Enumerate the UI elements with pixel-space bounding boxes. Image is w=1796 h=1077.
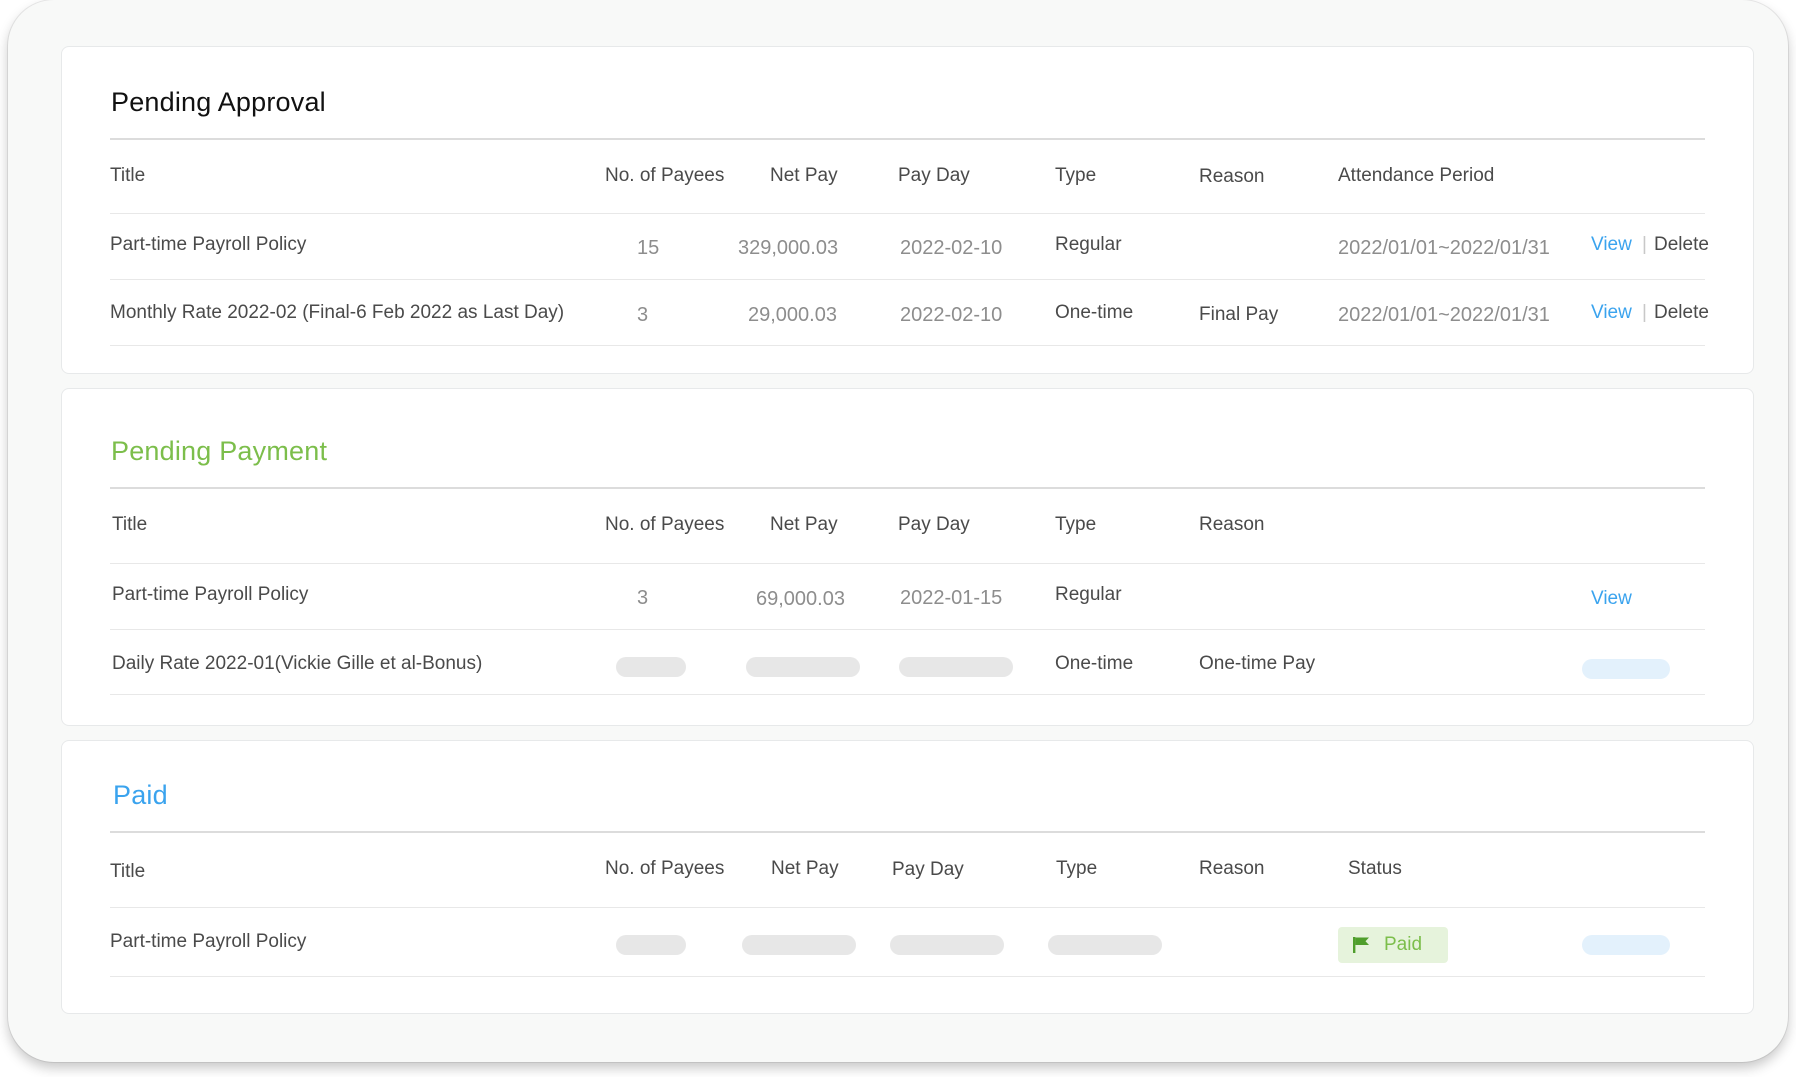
row-type: Regular: [1055, 584, 1122, 605]
paid-card: Paid Title No. of Payees Net Pay Pay Day…: [61, 740, 1754, 1014]
status-badge: Paid: [1338, 927, 1448, 963]
row-title: Part-time Payroll Policy: [110, 234, 307, 255]
divider: [110, 831, 1705, 833]
divider: [110, 907, 1705, 908]
column-header-title: Title: [110, 861, 146, 882]
column-header-payees: No. of Payees: [605, 165, 725, 186]
column-header-net-pay: Net Pay: [770, 514, 838, 535]
row-title: Daily Rate 2022-01(Vickie Gille et al-Bo…: [112, 653, 483, 674]
divider: [110, 976, 1705, 977]
section-title: Paid: [113, 780, 168, 810]
payees-placeholder: [616, 657, 686, 677]
row-attendance-period: 2022/01/01~2022/01/31: [1338, 237, 1550, 259]
net-pay-placeholder: [746, 657, 860, 677]
row-payees: 3: [637, 304, 649, 326]
column-header-payees: No. of Payees: [605, 858, 725, 879]
row-type: One-time: [1055, 302, 1134, 323]
pay-day-placeholder: [890, 935, 1004, 955]
row-reason: One-time Pay: [1199, 653, 1316, 674]
view-link[interactable]: View: [1591, 302, 1632, 324]
status-label: Paid: [1384, 934, 1423, 955]
column-header-net-pay: Net Pay: [770, 165, 838, 186]
separator: |: [1642, 302, 1647, 323]
row-attendance-period: 2022/01/01~2022/01/31: [1338, 304, 1550, 326]
divider: [110, 279, 1705, 280]
column-header-type: Type: [1055, 514, 1097, 535]
divider: [110, 629, 1705, 630]
row-pay-day: 2022-02-10: [900, 304, 1003, 326]
row-type: One-time: [1055, 653, 1134, 674]
type-placeholder: [1048, 935, 1162, 955]
row-pay-day: 2022-02-10: [900, 237, 1003, 259]
column-header-net-pay: Net Pay: [771, 858, 839, 879]
column-header-pay-day: Pay Day: [898, 165, 970, 186]
divider: [110, 694, 1705, 695]
delete-link[interactable]: Delete: [1654, 234, 1709, 256]
column-header-pay-day: Pay Day: [892, 859, 964, 880]
section-title: Pending Payment: [111, 436, 328, 466]
divider: [110, 563, 1705, 564]
row-title: Part-time Payroll Policy: [110, 931, 307, 952]
net-pay-placeholder: [742, 935, 856, 955]
pay-day-placeholder: [899, 657, 1013, 677]
column-header-payees: No. of Payees: [605, 514, 725, 535]
row-net-pay: 329,000.03: [738, 237, 839, 259]
pending-approval-card: Pending Approval Title No. of Payees Net…: [61, 46, 1754, 374]
view-link[interactable]: View: [1591, 234, 1632, 256]
row-reason: Final Pay: [1199, 304, 1279, 325]
column-header-attendance-period: Attendance Period: [1338, 165, 1495, 186]
row-net-pay: 69,000.03: [756, 588, 845, 610]
divider: [110, 487, 1705, 489]
column-header-reason: Reason: [1199, 514, 1265, 535]
divider: [110, 138, 1705, 140]
action-placeholder: [1582, 659, 1670, 679]
delete-link[interactable]: Delete: [1654, 302, 1709, 324]
flag-icon: [1352, 936, 1372, 954]
section-title: Pending Approval: [111, 87, 326, 117]
row-payees: 15: [637, 237, 660, 259]
action-placeholder: [1582, 935, 1670, 955]
column-header-title: Title: [110, 165, 146, 186]
pending-payment-card: Pending Payment Title No. of Payees Net …: [61, 388, 1754, 726]
column-header-reason: Reason: [1199, 166, 1265, 187]
divider: [110, 345, 1705, 346]
payees-placeholder: [616, 935, 686, 955]
column-header-status: Status: [1348, 858, 1402, 879]
row-pay-day: 2022-01-15: [900, 587, 1003, 609]
column-header-type: Type: [1056, 858, 1098, 879]
column-header-reason: Reason: [1199, 858, 1265, 879]
row-payees: 3: [637, 587, 649, 609]
column-header-type: Type: [1055, 165, 1097, 186]
column-header-pay-day: Pay Day: [898, 514, 970, 535]
row-title: Part-time Payroll Policy: [112, 584, 309, 605]
separator: |: [1642, 234, 1647, 255]
divider: [110, 213, 1705, 214]
row-type: Regular: [1055, 234, 1122, 255]
app-window: Pending Approval Title No. of Payees Net…: [8, 0, 1788, 1062]
row-net-pay: 29,000.03: [748, 304, 837, 326]
view-link[interactable]: View: [1591, 588, 1632, 610]
row-title: Monthly Rate 2022-02 (Final-6 Feb 2022 a…: [110, 302, 565, 323]
column-header-title: Title: [112, 514, 148, 535]
